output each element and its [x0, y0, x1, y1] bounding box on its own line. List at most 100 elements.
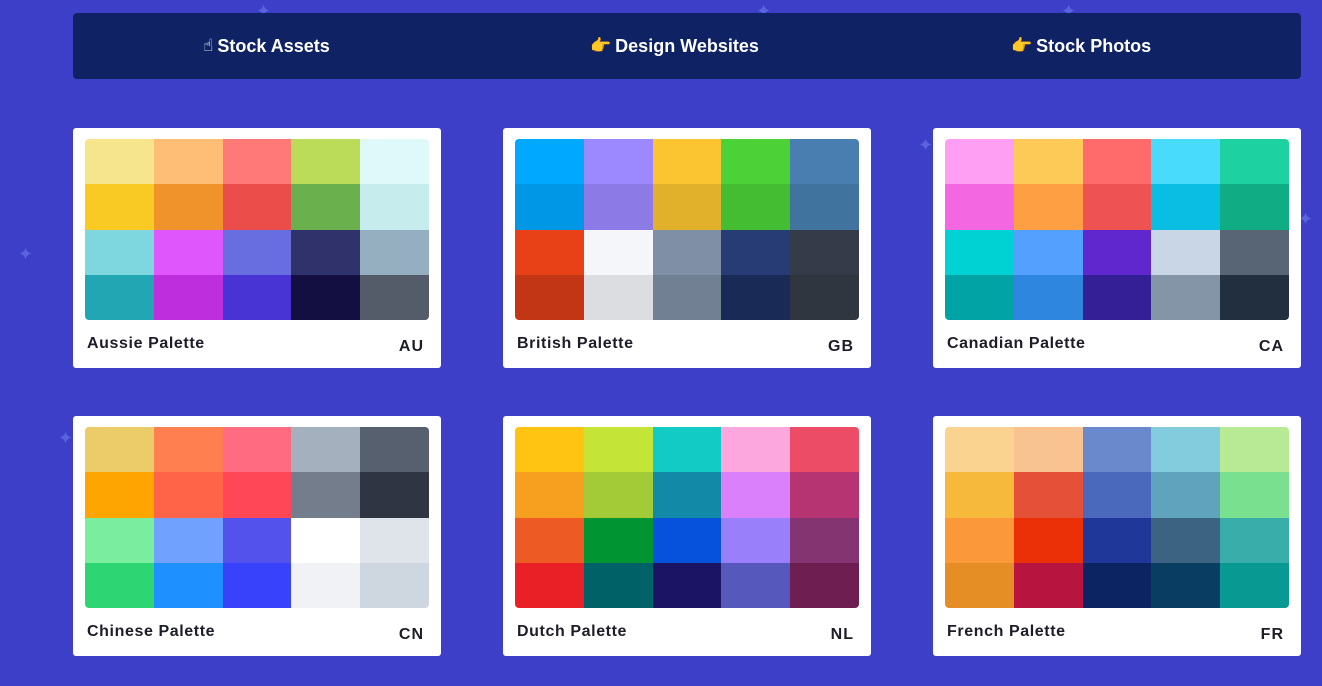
color-swatch[interactable] [153, 472, 223, 518]
color-swatch[interactable] [721, 139, 791, 185]
color-swatch[interactable] [1220, 184, 1289, 230]
color-swatch[interactable] [515, 229, 584, 275]
color-swatch[interactable] [721, 427, 791, 473]
color-swatch[interactable] [1082, 274, 1152, 320]
color-swatch[interactable] [790, 229, 859, 275]
color-swatch[interactable] [222, 139, 292, 185]
color-swatch[interactable] [945, 184, 1014, 230]
color-swatch[interactable] [291, 427, 361, 473]
color-swatch[interactable] [1013, 472, 1083, 518]
color-swatch[interactable] [291, 274, 361, 320]
color-swatch[interactable] [652, 274, 722, 320]
color-swatch[interactable] [515, 139, 584, 185]
color-swatch[interactable] [1082, 472, 1152, 518]
palette-card-au[interactable]: Aussie Palette AU [73, 128, 441, 368]
color-swatch[interactable] [1151, 274, 1221, 320]
color-swatch[interactable] [583, 184, 653, 230]
color-swatch[interactable] [1082, 427, 1152, 473]
color-swatch[interactable] [85, 562, 154, 608]
color-swatch[interactable] [1013, 562, 1083, 608]
color-swatch[interactable] [652, 562, 722, 608]
color-swatch[interactable] [291, 562, 361, 608]
palette-card-fr[interactable]: French Palette FR [933, 416, 1301, 656]
color-swatch[interactable] [1220, 274, 1289, 320]
color-swatch[interactable] [1220, 517, 1289, 563]
color-swatch[interactable] [945, 562, 1014, 608]
color-swatch[interactable] [291, 517, 361, 563]
color-swatch[interactable] [652, 184, 722, 230]
color-swatch[interactable] [85, 472, 154, 518]
color-swatch[interactable] [583, 274, 653, 320]
color-swatch[interactable] [790, 139, 859, 185]
color-swatch[interactable] [291, 229, 361, 275]
color-swatch[interactable] [652, 427, 722, 473]
color-swatch[interactable] [85, 274, 154, 320]
color-swatch[interactable] [652, 472, 722, 518]
color-swatch[interactable] [1220, 427, 1289, 473]
color-swatch[interactable] [790, 517, 859, 563]
nav-link-stock-photos[interactable]: 👉 Stock Photos [1011, 13, 1151, 79]
color-swatch[interactable] [360, 274, 429, 320]
nav-link-stock-assets[interactable]: ☝ Stock Assets [203, 13, 330, 79]
color-swatch[interactable] [1082, 184, 1152, 230]
color-swatch[interactable] [790, 427, 859, 473]
color-swatch[interactable] [1013, 184, 1083, 230]
color-swatch[interactable] [1082, 517, 1152, 563]
color-swatch[interactable] [360, 139, 429, 185]
color-swatch[interactable] [1082, 562, 1152, 608]
color-swatch[interactable] [360, 229, 429, 275]
color-swatch[interactable] [153, 274, 223, 320]
color-swatch[interactable] [790, 184, 859, 230]
color-swatch[interactable] [360, 184, 429, 230]
color-swatch[interactable] [583, 139, 653, 185]
color-swatch[interactable] [1013, 139, 1083, 185]
color-swatch[interactable] [222, 274, 292, 320]
color-swatch[interactable] [790, 562, 859, 608]
color-swatch[interactable] [153, 427, 223, 473]
color-swatch[interactable] [1220, 229, 1289, 275]
nav-link-design-websites[interactable]: 👉 Design Websites [590, 13, 759, 79]
palette-card-cn[interactable]: Chinese Palette CN [73, 416, 441, 656]
color-swatch[interactable] [515, 427, 584, 473]
color-swatch[interactable] [1013, 274, 1083, 320]
color-swatch[interactable] [222, 517, 292, 563]
color-swatch[interactable] [85, 229, 154, 275]
color-swatch[interactable] [515, 472, 584, 518]
color-swatch[interactable] [583, 472, 653, 518]
color-swatch[interactable] [222, 427, 292, 473]
color-swatch[interactable] [1013, 229, 1083, 275]
palette-card-nl[interactable]: Dutch Palette NL [503, 416, 871, 656]
color-swatch[interactable] [153, 184, 223, 230]
color-swatch[interactable] [153, 517, 223, 563]
color-swatch[interactable] [652, 139, 722, 185]
color-swatch[interactable] [85, 184, 154, 230]
color-swatch[interactable] [945, 139, 1014, 185]
color-swatch[interactable] [583, 517, 653, 563]
color-swatch[interactable] [360, 427, 429, 473]
color-swatch[interactable] [1220, 139, 1289, 185]
color-swatch[interactable] [222, 184, 292, 230]
color-swatch[interactable] [583, 562, 653, 608]
color-swatch[interactable] [291, 184, 361, 230]
color-swatch[interactable] [85, 517, 154, 563]
color-swatch[interactable] [1082, 139, 1152, 185]
color-swatch[interactable] [85, 139, 154, 185]
color-swatch[interactable] [945, 517, 1014, 563]
color-swatch[interactable] [1151, 229, 1221, 275]
color-swatch[interactable] [1151, 427, 1221, 473]
color-swatch[interactable] [1220, 562, 1289, 608]
color-swatch[interactable] [583, 427, 653, 473]
color-swatch[interactable] [1013, 517, 1083, 563]
color-swatch[interactable] [1220, 472, 1289, 518]
color-swatch[interactable] [153, 229, 223, 275]
color-swatch[interactable] [652, 229, 722, 275]
color-swatch[interactable] [291, 472, 361, 518]
color-swatch[interactable] [790, 274, 859, 320]
color-swatch[interactable] [790, 472, 859, 518]
color-swatch[interactable] [721, 229, 791, 275]
color-swatch[interactable] [945, 274, 1014, 320]
color-swatch[interactable] [85, 427, 154, 473]
color-swatch[interactable] [360, 472, 429, 518]
color-swatch[interactable] [1151, 517, 1221, 563]
palette-card-gb[interactable]: British Palette GB [503, 128, 871, 368]
